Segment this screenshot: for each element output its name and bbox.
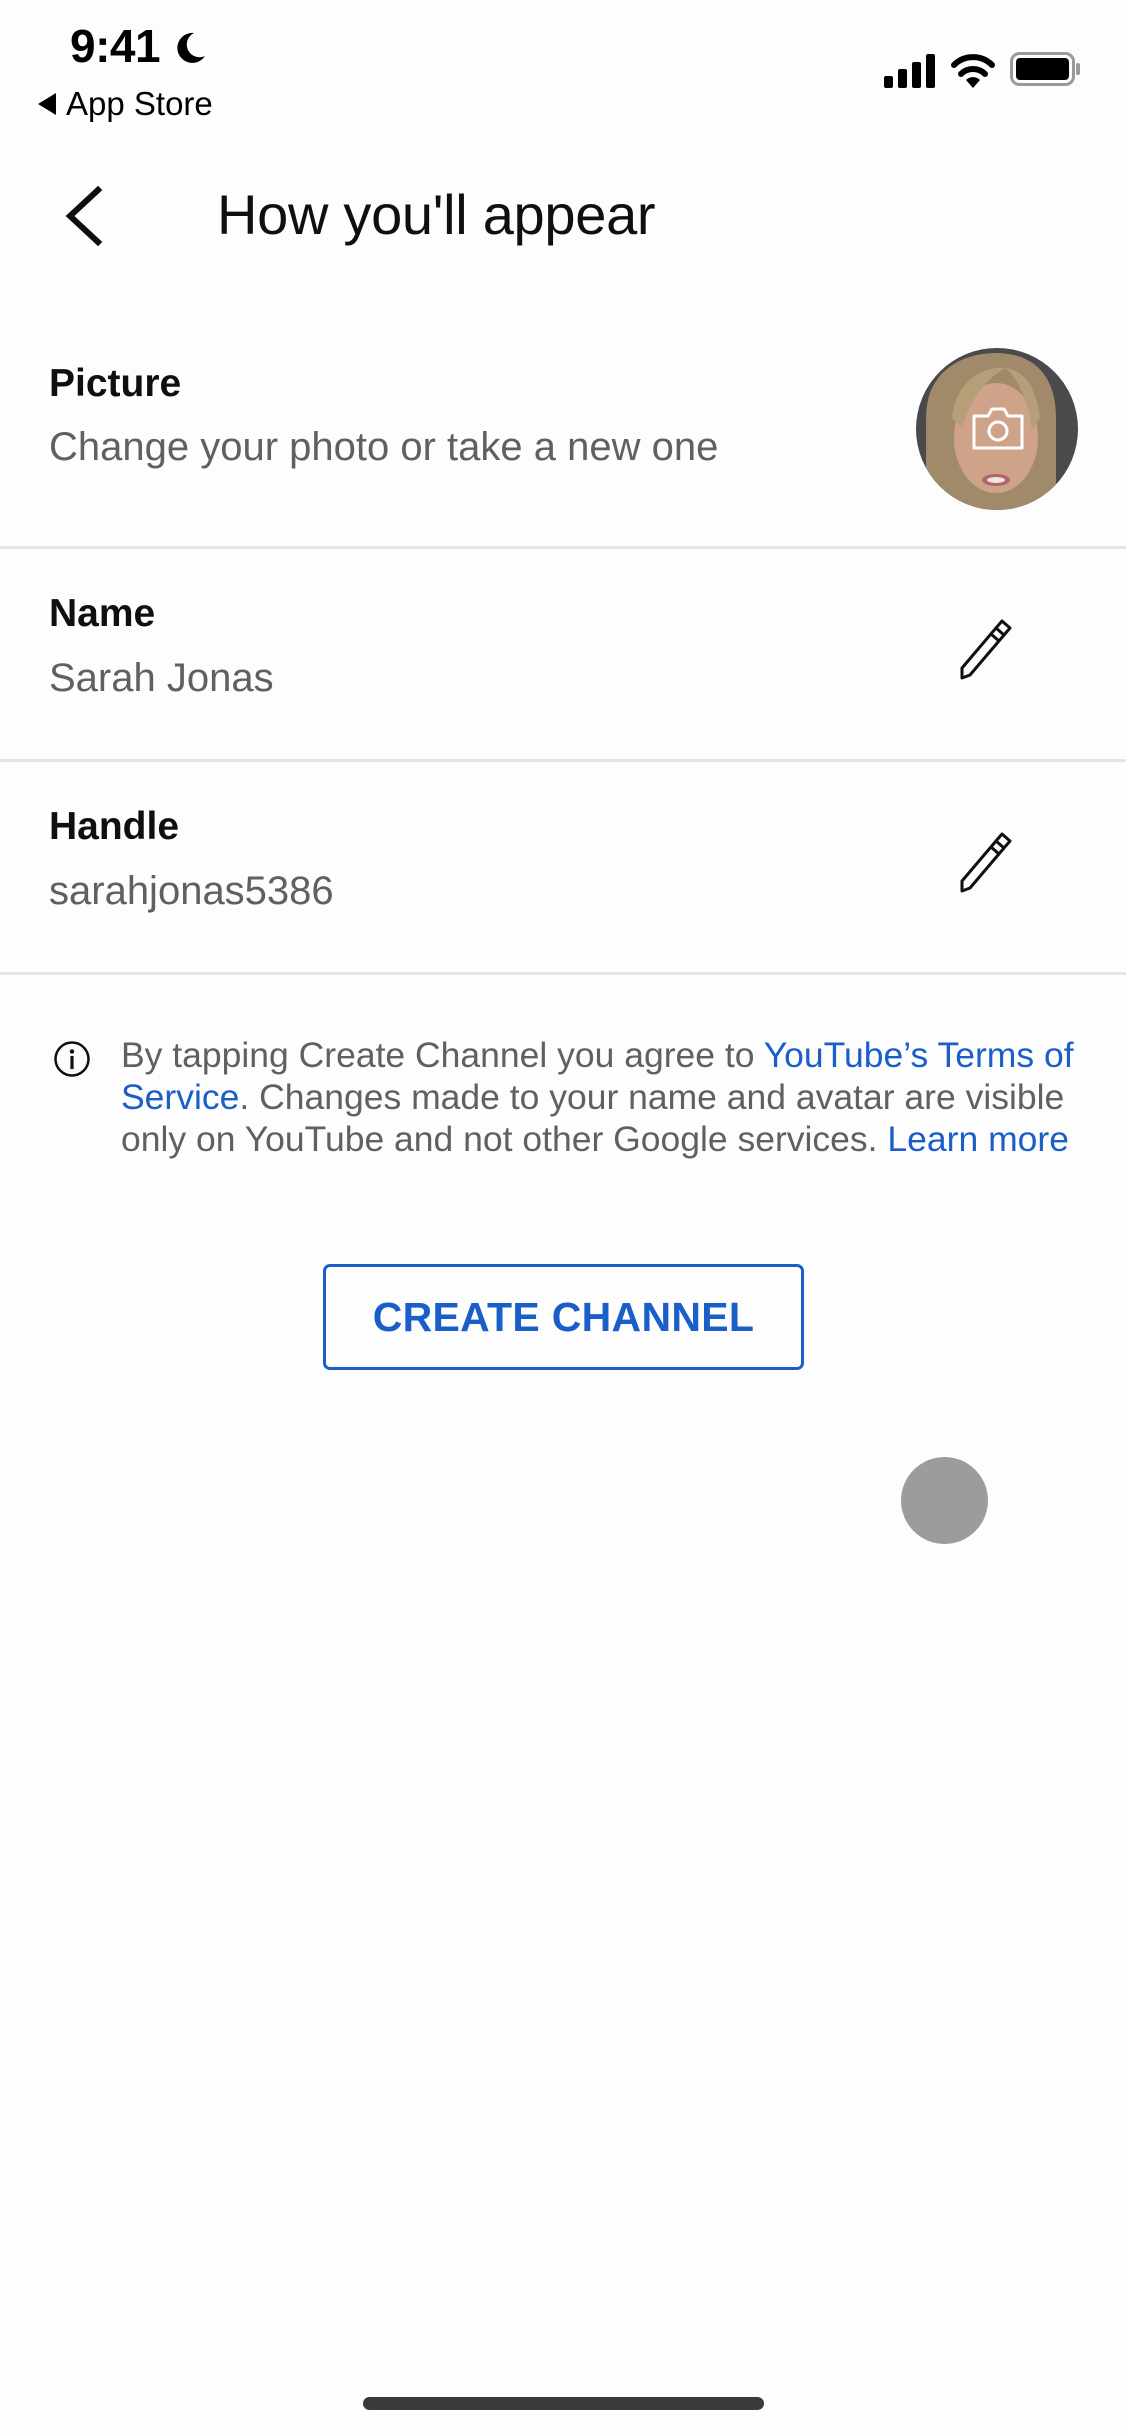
picture-label: Picture <box>49 362 182 405</box>
back-triangle-icon <box>38 93 56 115</box>
touch-indicator <box>901 1457 988 1544</box>
picture-description[interactable]: Change your photo or take a new one <box>49 422 718 472</box>
camera-icon <box>972 407 1024 450</box>
handle-value: sarahjonas5386 <box>49 869 334 913</box>
divider <box>0 759 1126 762</box>
create-channel-button[interactable]: CREATE CHANNEL <box>323 1264 804 1370</box>
back-app-label: App Store <box>66 85 213 122</box>
name-value: Sarah Jonas <box>49 656 274 700</box>
wifi-icon <box>951 54 995 88</box>
page-title: How you'll appear <box>217 183 656 246</box>
back-to-app-store[interactable]: App Store <box>38 84 213 124</box>
moon-icon <box>177 32 205 63</box>
pencil-icon[interactable] <box>950 831 1022 903</box>
battery-icon <box>1010 52 1080 86</box>
info-icon <box>54 1041 90 1077</box>
status-time: 9:41 <box>70 20 161 72</box>
terms-notice: By tapping Create Channel you agree to Y… <box>121 1034 1081 1160</box>
learn-more-link[interactable]: Learn more <box>887 1119 1069 1159</box>
home-indicator[interactable] <box>363 2397 764 2410</box>
handle-label: Handle <box>49 805 180 848</box>
chevron-left-icon[interactable] <box>58 184 114 248</box>
divider <box>0 546 1126 549</box>
divider <box>0 972 1126 975</box>
avatar[interactable] <box>916 348 1078 510</box>
notice-text: By tapping Create Channel you agree to <box>121 1035 764 1075</box>
cellular-signal-icon <box>884 54 935 88</box>
name-label: Name <box>49 592 156 635</box>
pencil-icon[interactable] <box>950 618 1022 690</box>
